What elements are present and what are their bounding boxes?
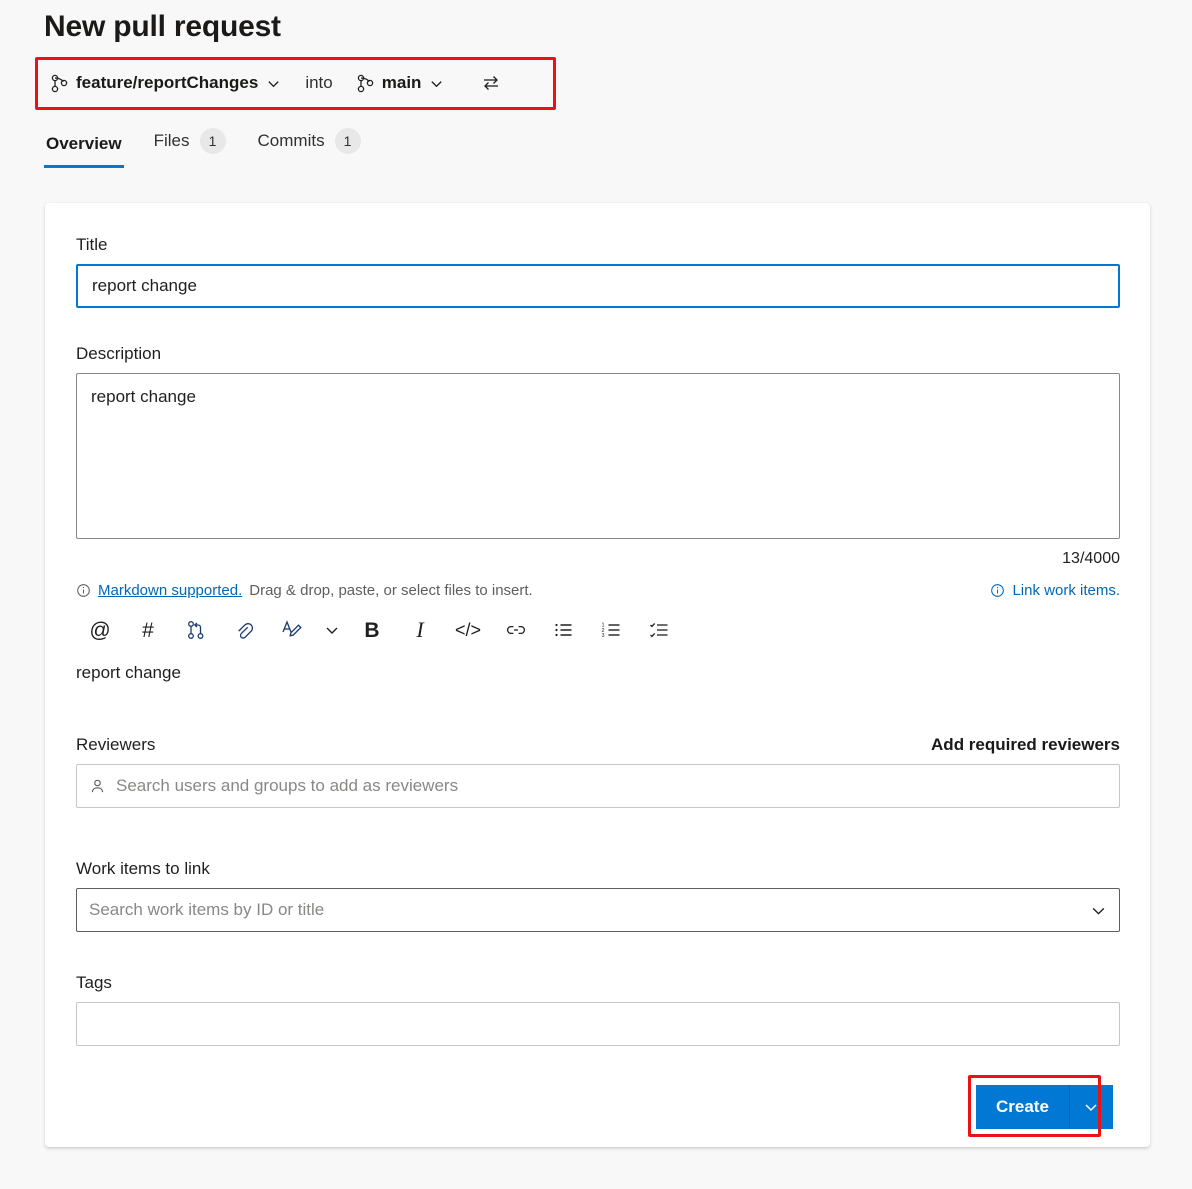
attach-file-icon[interactable] (220, 613, 268, 647)
tab-files[interactable]: Files 1 (152, 128, 228, 168)
swap-branches-icon[interactable] (478, 70, 504, 96)
editor-helper-row: Markdown supported. Drag & drop, paste, … (76, 582, 1120, 599)
tab-files-badge: 1 (200, 128, 226, 154)
chevron-down-icon (429, 76, 444, 91)
work-items-search-input[interactable]: Search work items by ID or title (76, 888, 1120, 932)
tab-commits-label: Commits (258, 131, 325, 151)
character-counter: 13/4000 (76, 550, 1120, 568)
info-icon (76, 583, 91, 598)
tab-overview[interactable]: Overview (44, 134, 124, 168)
markdown-toolbar: @ # (76, 613, 1120, 647)
title-label: Title (76, 235, 1120, 255)
work-item-hash-icon[interactable]: # (124, 613, 172, 647)
reviewers-field-group: Reviewers Add required reviewers Search … (76, 735, 1120, 808)
markdown-supported-link[interactable]: Markdown supported. (98, 582, 242, 599)
reviewers-label: Reviewers (76, 735, 155, 755)
work-items-label: Work items to link (76, 859, 1120, 879)
mention-icon[interactable]: @ (76, 613, 124, 647)
page-title: New pull request (44, 10, 281, 44)
pr-tabs: Overview Files 1 Commits 1 (44, 128, 363, 168)
bold-icon[interactable]: B (348, 613, 396, 647)
create-dropdown-button[interactable] (1069, 1085, 1113, 1129)
info-icon (990, 583, 1005, 598)
link-work-items-label: Link work items. (1012, 582, 1120, 599)
pull-request-form-card: Title Description 13/4000 Markdown suppo… (45, 203, 1150, 1147)
person-icon (89, 778, 106, 795)
markdown-help: Markdown supported. Drag & drop, paste, … (76, 582, 533, 599)
description-preview-text: report change (76, 663, 1120, 683)
reviewers-search-input[interactable]: Search users and groups to add as review… (76, 764, 1120, 808)
bulleted-list-icon[interactable] (540, 613, 588, 647)
into-label: into (301, 73, 336, 93)
task-list-icon[interactable] (636, 613, 684, 647)
create-button-group: Create (976, 1085, 1113, 1129)
tab-files-label: Files (154, 131, 190, 151)
work-items-placeholder: Search work items by ID or title (89, 900, 324, 920)
source-branch-selector[interactable]: feature/reportChanges (45, 69, 287, 97)
svg-text:3: 3 (602, 633, 605, 639)
new-pull-request-page: New pull request feature/reportChanges i… (0, 0, 1192, 1189)
tags-input[interactable] (76, 1002, 1120, 1046)
branch-selection-bar: feature/reportChanges into main (45, 64, 504, 102)
description-field-group: Description 13/4000 Markdown supported. … (76, 344, 1120, 683)
source-branch-name: feature/reportChanges (76, 73, 258, 93)
target-branch-selector[interactable]: main (351, 69, 451, 97)
chevron-down-icon (266, 76, 281, 91)
chevron-down-icon (1083, 1099, 1099, 1115)
work-items-field-group: Work items to link Search work items by … (76, 859, 1120, 932)
create-button[interactable]: Create (976, 1085, 1069, 1129)
tags-label: Tags (76, 973, 1120, 993)
pull-request-icon[interactable] (172, 613, 220, 647)
title-input[interactable] (76, 264, 1120, 308)
numbered-list-icon[interactable]: 1 2 3 (588, 613, 636, 647)
tab-commits[interactable]: Commits 1 (256, 128, 363, 168)
add-required-reviewers-button[interactable]: Add required reviewers (931, 735, 1120, 755)
title-field-group: Title (76, 235, 1120, 308)
tags-field-group: Tags (76, 973, 1120, 1046)
italic-icon[interactable]: I (396, 613, 444, 647)
branch-icon (51, 74, 68, 93)
link-work-items-link[interactable]: Link work items. (990, 582, 1120, 599)
branch-icon (357, 74, 374, 93)
reviewers-placeholder: Search users and groups to add as review… (116, 776, 458, 796)
tab-overview-label: Overview (46, 134, 122, 154)
code-icon[interactable]: </> (444, 613, 492, 647)
description-textarea[interactable] (76, 373, 1120, 539)
chevron-down-icon[interactable] (316, 613, 348, 647)
description-label: Description (76, 344, 1120, 364)
chevron-down-icon[interactable] (1090, 902, 1107, 919)
link-icon[interactable] (492, 613, 540, 647)
target-branch-name: main (382, 73, 422, 93)
text-style-icon[interactable] (268, 613, 316, 647)
tab-commits-badge: 1 (335, 128, 361, 154)
markdown-hint-text: Drag & drop, paste, or select files to i… (249, 582, 532, 599)
